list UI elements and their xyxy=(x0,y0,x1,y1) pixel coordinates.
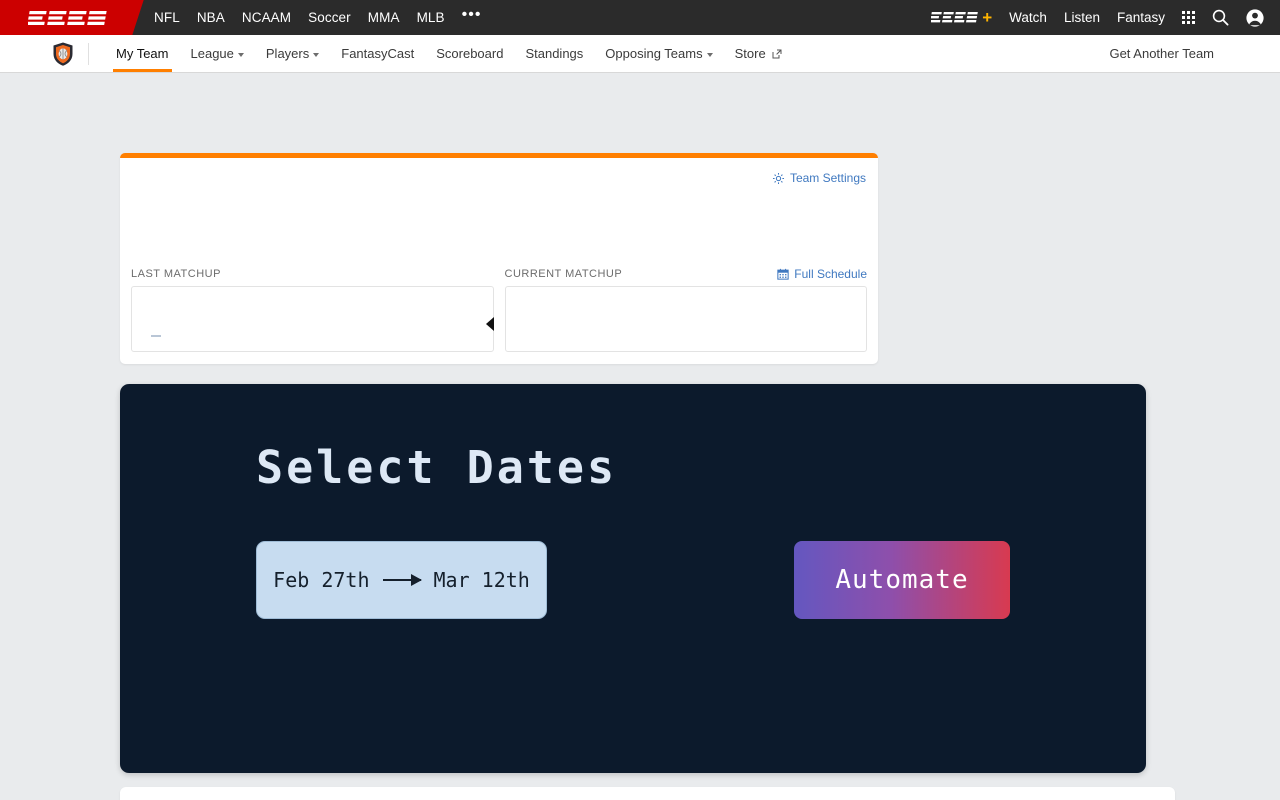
date-range-end: Mar 12th xyxy=(434,568,530,592)
subnav-label: League xyxy=(191,46,234,61)
subnav-item-players[interactable]: Players xyxy=(255,35,330,72)
subnav-item-league[interactable]: League xyxy=(180,35,255,72)
subnav-item-my-team[interactable]: My Team xyxy=(105,35,180,72)
date-range-button[interactable]: Feb 27th Mar 12th xyxy=(256,541,547,619)
team-settings-link[interactable]: Team Settings xyxy=(772,171,866,185)
search-icon[interactable] xyxy=(1212,9,1229,26)
team-settings-label: Team Settings xyxy=(790,171,866,185)
subnav-item-opposing-teams[interactable]: Opposing Teams xyxy=(594,35,723,72)
nav-link-mma[interactable]: MMA xyxy=(368,10,400,25)
calendar-icon xyxy=(777,268,789,280)
full-schedule-label: Full Schedule xyxy=(794,267,867,281)
nav-link-watch[interactable]: Watch xyxy=(1009,10,1047,25)
nav-link-fantasy[interactable]: Fantasy xyxy=(1117,10,1165,25)
espn-plus-sign: + xyxy=(982,9,992,26)
global-nav: NFL NBA NCAAM Soccer MMA MLB ••• + Watch… xyxy=(0,0,1280,35)
broken-image-placeholder-icon xyxy=(151,335,161,337)
subnav-label: Opposing Teams xyxy=(605,46,702,61)
set-lineup-bar: Set Lineup: MAR 5 THU MAR 6 FRI MAR 7 SA… xyxy=(120,787,1175,800)
last-matchup-header: LAST MATCHUP xyxy=(131,266,494,281)
external-link-icon xyxy=(772,49,782,59)
subnav-label: Standings xyxy=(525,46,583,61)
nav-link-ncaam[interactable]: NCAAM xyxy=(242,10,291,25)
espn-plus-wordmark-icon xyxy=(931,11,979,24)
global-nav-links: NFL NBA NCAAM Soccer MMA MLB ••• xyxy=(154,10,481,25)
nav-link-nba[interactable]: NBA xyxy=(197,10,225,25)
subnav-label: Store xyxy=(735,46,766,61)
select-dates-title: Select Dates xyxy=(256,441,617,494)
matchups-row: LAST MATCHUP CURRENT MATCHUP xyxy=(131,266,867,352)
chevron-down-icon xyxy=(707,53,713,57)
nav-link-mlb[interactable]: MLB xyxy=(417,10,445,25)
subnav-item-fantasycast[interactable]: FantasyCast xyxy=(330,35,425,72)
nav-link-soccer[interactable]: Soccer xyxy=(308,10,351,25)
page-body: Team Settings LAST MATCHUP CURRENT MATCH… xyxy=(0,73,1280,800)
fantasy-team-shield-icon[interactable] xyxy=(50,41,76,67)
matchup-scroll-arrow-icon[interactable] xyxy=(486,317,494,331)
subnav-item-store[interactable]: Store xyxy=(724,35,793,72)
chevron-down-icon xyxy=(313,53,319,57)
automate-button[interactable]: Automate xyxy=(794,541,1010,619)
team-summary-card: Team Settings LAST MATCHUP CURRENT MATCH… xyxy=(120,153,878,364)
subnav-label: Scoreboard xyxy=(436,46,503,61)
last-matchup-label: LAST MATCHUP xyxy=(131,268,221,280)
espn-plus-link[interactable]: + xyxy=(931,9,992,26)
subnav-item-standings[interactable]: Standings xyxy=(514,35,594,72)
long-right-arrow-icon xyxy=(383,579,421,581)
espn-logo[interactable] xyxy=(0,0,135,35)
team-sub-nav: My Team League Players FantasyCast Score… xyxy=(0,35,1280,73)
nav-link-listen[interactable]: Listen xyxy=(1064,10,1100,25)
more-sports-icon[interactable]: ••• xyxy=(462,11,482,24)
last-matchup-column: LAST MATCHUP xyxy=(131,266,494,352)
roster-card: Set Lineup: MAR 5 THU MAR 6 FRI MAR 7 SA… xyxy=(120,787,1175,800)
current-matchup-label: CURRENT MATCHUP xyxy=(505,268,623,280)
current-matchup-box[interactable] xyxy=(505,286,868,352)
get-another-team-link[interactable]: Get Another Team xyxy=(1109,46,1264,61)
subnav-label: Players xyxy=(266,46,309,61)
subnav-items: My Team League Players FantasyCast Score… xyxy=(105,35,793,72)
current-matchup-header: CURRENT MATCHUP Full Schedule xyxy=(505,266,868,281)
full-schedule-link[interactable]: Full Schedule xyxy=(777,267,867,281)
user-account-icon[interactable] xyxy=(1246,9,1264,27)
apps-grid-icon[interactable] xyxy=(1182,11,1195,24)
date-range-start: Feb 27th xyxy=(273,568,369,592)
last-matchup-box[interactable] xyxy=(131,286,494,352)
current-matchup-column: CURRENT MATCHUP Full Schedule xyxy=(505,266,868,352)
subnav-label: FantasyCast xyxy=(341,46,414,61)
gear-icon xyxy=(772,172,785,185)
chevron-down-icon xyxy=(238,53,244,57)
subnav-divider xyxy=(88,43,89,65)
nav-link-nfl[interactable]: NFL xyxy=(154,10,180,25)
espn-wordmark-icon xyxy=(28,9,110,27)
subnav-item-scoreboard[interactable]: Scoreboard xyxy=(425,35,514,72)
subnav-label: My Team xyxy=(116,46,169,61)
select-dates-panel: Select Dates Feb 27th Mar 12th Automate xyxy=(120,384,1146,773)
global-nav-right: + Watch Listen Fantasy xyxy=(931,9,1280,27)
